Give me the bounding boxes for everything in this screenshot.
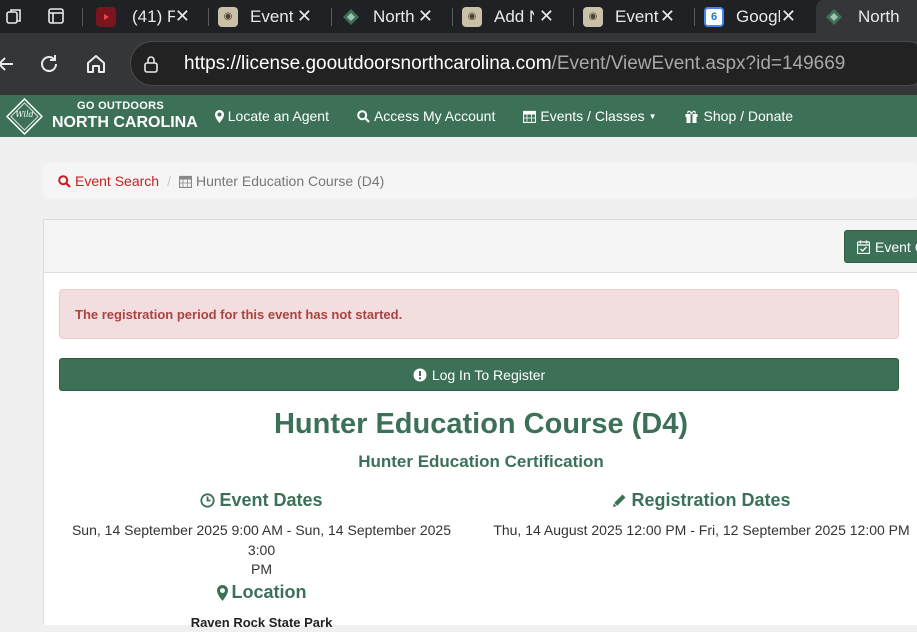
breadcrumb-current: Hunter Education Course (D4) [178,173,385,189]
close-icon[interactable]: ✕ [175,6,190,27]
event-dates-value: Sun, 14 September 2025 9:00 AM - Sun, 14… [59,521,464,580]
calendar-icon [523,110,537,123]
logo-text: Wild [15,109,34,119]
diamond-logo-icon [341,7,361,27]
event-panel: Event C The registration period for this… [43,219,917,630]
brand[interactable]: GO OUTDOORS NORTH CAROLINA [52,101,198,131]
nav-locate-agent[interactable]: Locate an Agent [214,108,329,124]
panel-heading: Event C [44,220,917,273]
refresh-icon[interactable] [32,47,66,81]
tab-actions-icon[interactable] [42,4,70,28]
brand-top: GO OUTDOORS [77,100,165,112]
close-icon[interactable]: ✕ [539,6,554,27]
nav-shop-donate[interactable]: Shop / Donate [685,108,794,124]
tab-separator [208,8,209,26]
close-icon[interactable]: ✕ [781,6,796,27]
home-icon[interactable] [79,47,113,81]
registration-heading-label: Registration Dates [631,490,791,510]
nav-events-classes[interactable]: Events / Classes ▼ [523,108,657,124]
back-icon[interactable] [0,47,22,81]
location-heading-label: Location [231,582,307,602]
map-marker-icon [216,584,228,601]
breadcrumb-event-search[interactable]: Event Search [58,173,159,189]
lock-icon[interactable] [143,55,167,73]
browser-tab-strip: (41) Fi ✕ ◉ Events ✕ North ✕ ◉ Add N ✕ ◉… [0,0,917,33]
tab-label: (41) Fi [132,6,175,26]
exclamation-circle-icon [413,368,427,382]
event-subtitle: Hunter Education Certification [358,452,604,471]
location-heading: Location [59,582,464,603]
close-icon[interactable]: ✕ [418,6,433,27]
event-dates-heading: Event Dates [59,490,464,511]
event-calendar-button[interactable]: Event C [844,230,917,263]
tab-events-1[interactable]: ◉ Events ✕ [210,0,330,33]
youtube-icon [96,6,116,27]
breadcrumb: Event Search / Hunter Education Course (… [43,163,917,199]
map-marker-icon [214,109,224,123]
nav-label: Events / Classes [540,108,645,124]
google-calendar-icon: 6 [704,6,724,27]
location-name: Raven Rock State Park [190,615,333,630]
tab-youtube[interactable]: (41) Fi ✕ [88,0,208,33]
calendar-check-icon [857,240,870,254]
tab-events-2[interactable]: ◉ Events ✕ [575,0,693,33]
seal-icon: ◉ [462,6,482,27]
tab-separator [331,8,332,26]
event-dates-line2: PM [251,561,272,578]
breadcrumb-current-label: Hunter Education Course (D4) [195,173,385,189]
tab-separator [452,8,453,26]
event-title: Hunter Education Course (D4) [273,408,689,440]
search-icon [58,174,71,188]
pencil-icon [612,493,627,508]
nav-access-account[interactable]: Access My Account [357,108,495,124]
tab-north-active[interactable]: North [816,0,917,33]
nav-label: Locate an Agent [227,108,329,124]
tab-label: Events [250,6,294,26]
caret-down-icon: ▼ [648,111,657,121]
login-to-register-button[interactable]: Log In To Register [59,358,899,391]
registration-alert: The registration period for this event h… [59,289,899,339]
url-text[interactable]: https://license.gooutdoorsnorthcarolina.… [184,53,845,75]
tab-separator [82,8,83,26]
tab-separator [694,8,695,26]
close-icon[interactable]: ✕ [297,6,312,27]
tab-label: Add N [494,6,534,26]
registration-dates-value: Thu, 14 August 2025 12:00 PM - Fri, 12 S… [493,522,910,538]
breadcrumb-link-label: Event Search [75,173,160,189]
login-label: Log In To Register [431,366,546,383]
tab-label: Googl [736,6,780,26]
close-icon[interactable]: ✕ [660,6,675,27]
clock-icon [200,493,216,508]
url-host: https://license.gooutdoorsnorthcarolina.… [184,52,552,74]
alert-text: The registration period for this event h… [75,306,403,322]
workspaces-icon[interactable] [0,4,28,28]
event-dates-heading-label: Event Dates [219,490,323,510]
tab-add[interactable]: ◉ Add N ✕ [454,0,572,33]
breadcrumb-divider: / [167,173,171,189]
tab-label: North [858,6,900,26]
url-path: /Event/ViewEvent.aspx?id=149669 [551,52,846,74]
tab-north-1[interactable]: North ✕ [333,0,451,33]
event-calendar-label: Event C [875,238,917,255]
wildlife-logo[interactable]: Wild [6,97,43,135]
seal-icon: ◉ [583,6,603,27]
calendar-icon [178,175,192,188]
url-bar[interactable]: https://license.gooutdoorsnorthcarolina.… [130,41,917,86]
gift-icon [685,110,698,123]
tab-separator [573,8,574,26]
nav-label: Access My Account [373,108,496,124]
tab-google-calendar[interactable]: 6 Googl ✕ [696,0,814,33]
search-icon [357,109,370,123]
seal-icon: ◉ [218,6,238,27]
registration-dates-heading: Registration Dates [489,490,914,511]
nav-label: Shop / Donate [703,108,794,124]
site-navbar: Wild GO OUTDOORS NORTH CAROLINA Locate a… [0,95,917,137]
tab-label: Events [615,6,659,26]
event-dates-line1: Sun, 14 September 2025 9:00 AM - Sun, 14… [71,522,452,558]
tab-label: North [373,6,415,26]
brand-bottom: NORTH CAROLINA [52,114,198,131]
diamond-logo-icon [824,7,844,27]
address-toolbar: https://license.gooutdoorsnorthcarolina.… [0,33,917,95]
